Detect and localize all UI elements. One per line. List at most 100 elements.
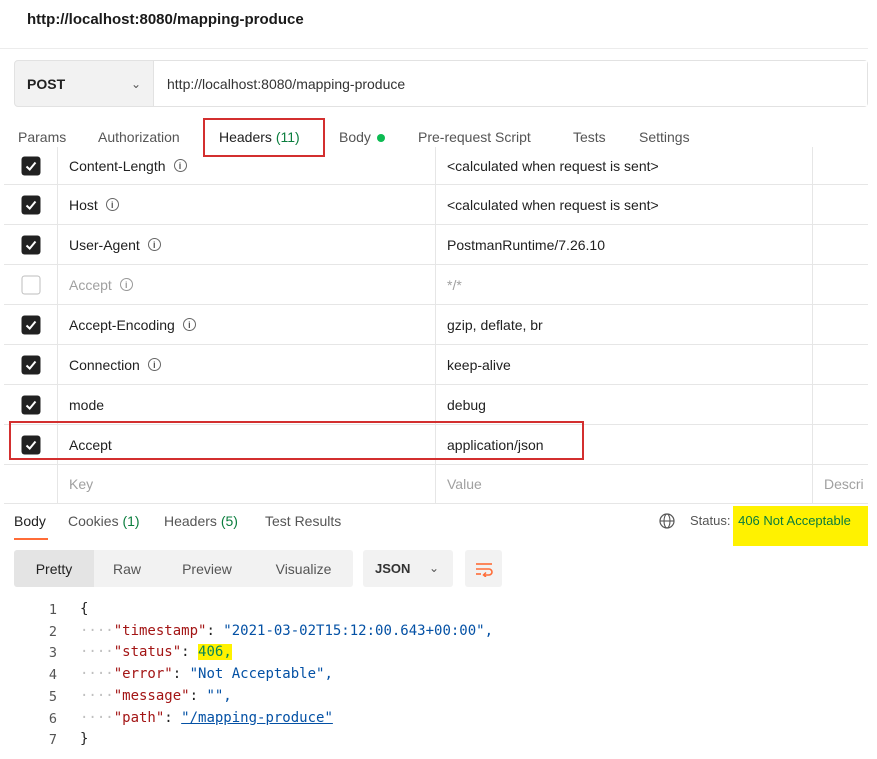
response-tab-test-results[interactable]: Test Results bbox=[265, 513, 341, 529]
line-number: 3 bbox=[48, 645, 57, 662]
view-visualize[interactable]: Visualize bbox=[254, 550, 353, 587]
header-key[interactable]: Accept i bbox=[69, 277, 133, 293]
response-tabs: Body Cookies (1) Headers (5) Test Result… bbox=[0, 505, 868, 541]
url-input[interactable]: http://localhost:8080/mapping-produce bbox=[153, 61, 867, 106]
json-value-text: "Not Acceptable" bbox=[189, 666, 325, 683]
header-value[interactable]: <calculated when request is sent> bbox=[447, 197, 659, 213]
json-punct: , bbox=[223, 644, 232, 661]
json-key: "error" bbox=[113, 666, 173, 683]
method-select[interactable]: POST ⌄ bbox=[15, 61, 153, 106]
header-value[interactable]: debug bbox=[447, 397, 486, 413]
info-icon[interactable]: i bbox=[173, 159, 187, 172]
header-key[interactable]: Host i bbox=[69, 197, 119, 213]
column-divider bbox=[812, 225, 813, 264]
code-text: ····"status": 406, bbox=[80, 644, 232, 661]
header-key-text: Content-Length bbox=[69, 157, 166, 174]
chevron-down-icon: ⌄ bbox=[428, 561, 439, 575]
column-divider bbox=[435, 265, 436, 304]
header-enabled-checkbox[interactable] bbox=[21, 275, 41, 294]
value-input[interactable]: Value bbox=[447, 476, 482, 492]
header-key[interactable]: User-Agent i bbox=[69, 237, 161, 253]
code-text: ····"path": "/mapping-produce" bbox=[80, 709, 333, 726]
json-key: "message" bbox=[113, 687, 190, 704]
header-row: Host i <calculated when request is sent> bbox=[4, 185, 868, 225]
column-divider bbox=[435, 225, 436, 264]
response-tab-headers[interactable]: Headers (5) bbox=[164, 513, 238, 529]
json-value: 406, bbox=[198, 644, 232, 661]
annotation-box-accept-header bbox=[9, 421, 584, 460]
column-divider bbox=[812, 345, 813, 384]
code-text: ····"error": "Not Acceptable", bbox=[80, 666, 333, 683]
tab-pre-request-script[interactable]: Pre-request Script bbox=[418, 129, 531, 145]
header-value[interactable]: */* bbox=[447, 277, 462, 293]
tab-settings[interactable]: Settings bbox=[639, 129, 690, 145]
code-brace: } bbox=[80, 731, 89, 748]
globe-icon[interactable] bbox=[659, 513, 675, 529]
column-divider bbox=[812, 305, 813, 344]
response-tab-cookies[interactable]: Cookies (1) bbox=[68, 513, 140, 529]
code-line: 1{ bbox=[0, 600, 868, 622]
wrap-icon bbox=[475, 562, 493, 577]
view-pretty[interactable]: Pretty bbox=[14, 550, 94, 587]
format-select[interactable]: JSON ⌄ bbox=[363, 550, 453, 587]
info-icon[interactable]: i bbox=[119, 278, 133, 291]
json-key: "path" bbox=[113, 709, 165, 726]
header-key[interactable]: mode bbox=[69, 397, 104, 413]
header-key-text: User-Agent bbox=[69, 236, 140, 253]
header-value[interactable]: gzip, deflate, br bbox=[447, 317, 543, 333]
chevron-down-icon: ⌄ bbox=[130, 77, 141, 91]
header-key[interactable]: Connection i bbox=[69, 357, 161, 373]
header-enabled-checkbox[interactable] bbox=[21, 195, 41, 214]
header-row: User-Agent i PostmanRuntime/7.26.10 bbox=[4, 225, 868, 265]
tab-body-label: Body bbox=[339, 129, 371, 145]
code-line: 6 ····"path": "/mapping-produce" bbox=[0, 709, 868, 731]
code-line: 4 ····"error": "Not Acceptable", bbox=[0, 665, 868, 687]
code-text: ····"message": "", bbox=[80, 687, 232, 704]
column-divider bbox=[435, 305, 436, 344]
info-icon[interactable]: i bbox=[105, 198, 119, 211]
header-enabled-checkbox[interactable] bbox=[21, 395, 41, 414]
key-input[interactable]: Key bbox=[69, 476, 93, 492]
header-key-text: mode bbox=[69, 396, 105, 413]
description-input[interactable]: Descri bbox=[824, 476, 864, 492]
wrap-lines-button[interactable] bbox=[465, 550, 502, 587]
json-value: "/mapping-produce" bbox=[181, 710, 333, 726]
checkbox-cell bbox=[4, 225, 58, 264]
column-divider bbox=[435, 185, 436, 224]
status-label: Status: bbox=[690, 513, 731, 528]
header-enabled-checkbox[interactable] bbox=[21, 235, 41, 254]
json-key: "status" bbox=[113, 644, 182, 661]
line-number: 4 bbox=[48, 667, 57, 684]
header-key[interactable]: Content-Length i bbox=[69, 158, 187, 174]
header-enabled-checkbox[interactable] bbox=[21, 315, 41, 334]
header-enabled-checkbox[interactable] bbox=[21, 156, 41, 175]
json-value-text: 406 bbox=[198, 644, 224, 661]
tab-tests[interactable]: Tests bbox=[573, 129, 606, 145]
active-tab-underline bbox=[14, 538, 48, 540]
json-value: "Not Acceptable", bbox=[190, 666, 333, 682]
line-number: 5 bbox=[48, 688, 57, 705]
info-icon[interactable]: i bbox=[147, 358, 161, 371]
view-raw[interactable]: Raw bbox=[94, 550, 160, 587]
info-icon[interactable]: i bbox=[182, 318, 196, 331]
json-value-text: "/mapping-produce" bbox=[181, 709, 333, 726]
header-value[interactable]: PostmanRuntime/7.26.10 bbox=[447, 237, 605, 253]
header-value[interactable]: keep-alive bbox=[447, 357, 511, 373]
header-row: Accept i */* bbox=[4, 265, 868, 305]
cookies-count: (1) bbox=[122, 513, 140, 529]
method-label: POST bbox=[27, 75, 66, 92]
tab-params[interactable]: Params bbox=[18, 129, 66, 145]
column-divider bbox=[812, 465, 813, 503]
view-preview[interactable]: Preview bbox=[160, 550, 254, 587]
tab-body[interactable]: Body bbox=[339, 129, 385, 145]
response-tab-body[interactable]: Body bbox=[14, 513, 46, 529]
header-value[interactable]: <calculated when request is sent> bbox=[447, 158, 659, 174]
code-line: 5 ····"message": "", bbox=[0, 687, 868, 709]
info-icon[interactable]: i bbox=[147, 238, 161, 251]
tab-authorization[interactable]: Authorization bbox=[98, 129, 180, 145]
header-key[interactable]: Accept-Encoding i bbox=[69, 317, 196, 333]
header-key-text: Accept bbox=[69, 276, 112, 293]
json-punct: , bbox=[324, 666, 333, 683]
column-divider bbox=[435, 345, 436, 384]
header-enabled-checkbox[interactable] bbox=[21, 355, 41, 374]
